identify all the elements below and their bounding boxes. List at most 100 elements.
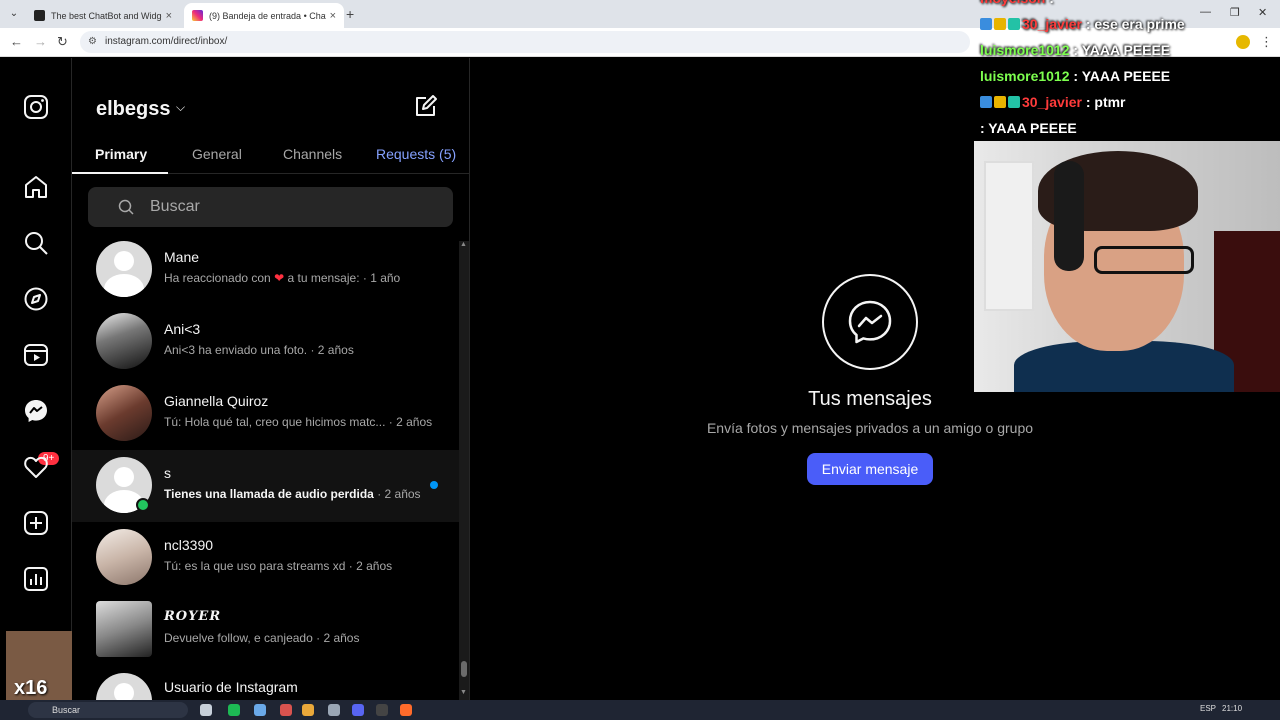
online-status-icon (136, 498, 150, 512)
reels-icon[interactable] (23, 342, 49, 368)
thread-row-ncl3390[interactable]: ncl3390 Tú: es la que uso para streams x… (72, 529, 459, 601)
chat-line: moyelson : (980, 0, 1054, 6)
url-text: instagram.com/direct/inbox/ (105, 36, 228, 47)
taskbar-search[interactable]: Buscar (28, 702, 188, 718)
instagram-logo-icon[interactable] (23, 94, 49, 120)
inbox-panel: elbegss ⌵ Primary General Channels Reque… (72, 58, 470, 700)
reload-icon[interactable]: ↻ (57, 34, 68, 50)
avatar (96, 313, 152, 369)
thread-list-scrollbar[interactable]: ▲ ▼ (459, 241, 469, 700)
app-icon[interactable] (254, 704, 266, 716)
messenger-circle-icon (822, 274, 918, 370)
dashboard-icon[interactable] (23, 566, 49, 592)
close-tab-icon[interactable]: × (166, 10, 172, 22)
language-indicator[interactable]: ESP (1200, 704, 1216, 713)
chat-line: luismore1012 : YAAA PEEEE (980, 42, 1171, 58)
instagram-favicon-icon (192, 10, 203, 21)
chat-badge-icon (1008, 96, 1020, 108)
thread-row-ani[interactable]: Ani<3 Ani<3 ha enviado una foto. · 2 año… (72, 313, 459, 385)
firefox-icon[interactable] (400, 704, 412, 716)
forward-icon[interactable]: → (34, 34, 47, 49)
chrome-icon[interactable] (302, 704, 314, 716)
thread-row-s[interactable]: s Tienes una llamada de audio perdida · … (72, 450, 459, 522)
chat-badge-icon (980, 18, 992, 30)
url-field[interactable]: ⚙ instagram.com/direct/inbox/ (80, 31, 970, 53)
thread-preview: Ani<3 ha enviado una foto. · 2 años (164, 343, 354, 357)
scrollbar-thumb[interactable] (461, 661, 467, 677)
chatbot-favicon-icon (34, 10, 45, 21)
back-icon[interactable]: ← (10, 34, 23, 49)
thread-list: Mane Ha reaccionado con ❤ a tu mensaje: … (72, 241, 459, 700)
tab-general[interactable]: General (192, 146, 242, 162)
empty-state-subtitle: Envía fotos y mensajes privados a un ami… (706, 420, 1034, 436)
home-icon[interactable] (23, 174, 49, 200)
avatar (96, 529, 152, 585)
app-icon[interactable] (280, 704, 292, 716)
tab-title: (9) Bandeja de entrada • Chats (209, 10, 326, 21)
explore-icon[interactable] (23, 286, 49, 312)
browser-tab-instagram[interactable]: (9) Bandeja de entrada • Chats × (184, 3, 344, 28)
avatar (96, 673, 152, 700)
tab-primary[interactable]: Primary (95, 146, 147, 162)
chat-line: 30_javier : ese era prime (980, 16, 1185, 32)
account-username[interactable]: elbegss (96, 98, 170, 121)
active-tab-indicator (72, 172, 168, 174)
new-tab-button[interactable]: + (346, 6, 354, 22)
search-icon (118, 199, 134, 215)
chat-badge-icon (994, 96, 1006, 108)
emote-multiplier: x16 (14, 677, 48, 699)
thread-name: Ani<3 (164, 321, 201, 337)
tab-search-icon[interactable]: ⌄ (6, 6, 22, 22)
thread-row-giannella[interactable]: Giannella Quiroz Tú: Hola qué tal, creo … (72, 385, 459, 457)
create-icon[interactable] (23, 510, 49, 536)
notifications-heart-icon[interactable] (23, 454, 49, 480)
inbox-tabs: Primary General Channels Requests (5) (72, 140, 470, 174)
instagram-nav-rail: 9+ (0, 58, 72, 700)
chat-badge-icon (980, 96, 992, 108)
heart-reaction-icon: ❤ (274, 271, 285, 285)
app-icon[interactable] (200, 704, 212, 716)
obs-icon[interactable] (376, 704, 388, 716)
thread-preview: Tú: Hola qué tal, creo que hicimos matc.… (164, 415, 433, 429)
site-info-icon[interactable]: ⚙ (88, 31, 97, 53)
thread-name: ROYER (164, 609, 222, 624)
discord-icon[interactable] (352, 704, 364, 716)
thread-preview: Ha reaccionado con ❤ a tu mensaje: · 1 a… (164, 271, 401, 285)
search-input[interactable] (150, 195, 430, 219)
tab-requests[interactable]: Requests (5) (376, 146, 456, 162)
clock[interactable]: 21:10 (1222, 704, 1242, 713)
chat-line: : YAAA PEEEE (980, 120, 1077, 136)
thread-name: Usuario de Instagram (164, 679, 298, 695)
taskbar: Buscar ESP 21:10 (0, 700, 1280, 720)
chat-badge-icon (1008, 18, 1020, 30)
emote-overlay: x16 (6, 631, 72, 701)
thread-row-royer[interactable]: ROYER Devuelve follow, e canjeado · 2 añ… (72, 601, 459, 673)
thread-preview: Tú: es la que uso para streams xd · 2 añ… (164, 559, 393, 573)
chevron-down-icon[interactable]: ⌵ (176, 100, 185, 115)
thread-row-mane[interactable]: Mane Ha reaccionado con ❤ a tu mensaje: … (72, 241, 459, 313)
search-icon[interactable] (23, 230, 49, 256)
avatar (96, 601, 152, 657)
messenger-icon[interactable] (23, 398, 49, 424)
browser-tab-chatbot[interactable]: The best ChatBot and Widgets × (26, 3, 180, 28)
avatar (96, 385, 152, 441)
scroll-up-icon[interactable]: ▲ (460, 241, 467, 248)
screen: ⌄ The best ChatBot and Widgets × (9) Ban… (0, 0, 1280, 720)
chat-line: luismore1012 : YAAA PEEEE (980, 68, 1171, 84)
close-tab-icon[interactable]: × (330, 10, 336, 22)
app-icon[interactable] (328, 704, 340, 716)
send-message-button[interactable]: Enviar mensaje (807, 453, 933, 485)
scroll-down-icon[interactable]: ▼ (460, 689, 467, 696)
thread-row-usuario[interactable]: Usuario de Instagram (72, 673, 459, 700)
spotify-icon[interactable] (228, 704, 240, 716)
tab-title: The best ChatBot and Widgets (51, 10, 162, 21)
chat-line: 30_javier : ptmr (980, 94, 1126, 110)
tab-channels[interactable]: Channels (283, 146, 342, 162)
avatar (96, 241, 152, 297)
thread-name: Giannella Quiroz (164, 393, 269, 409)
thread-name: s (164, 465, 171, 481)
search-box (88, 187, 453, 227)
thread-preview: Tienes una llamada de audio perdida · 2 … (164, 487, 421, 501)
thread-name: ncl3390 (164, 537, 214, 553)
compose-icon[interactable] (414, 94, 438, 118)
